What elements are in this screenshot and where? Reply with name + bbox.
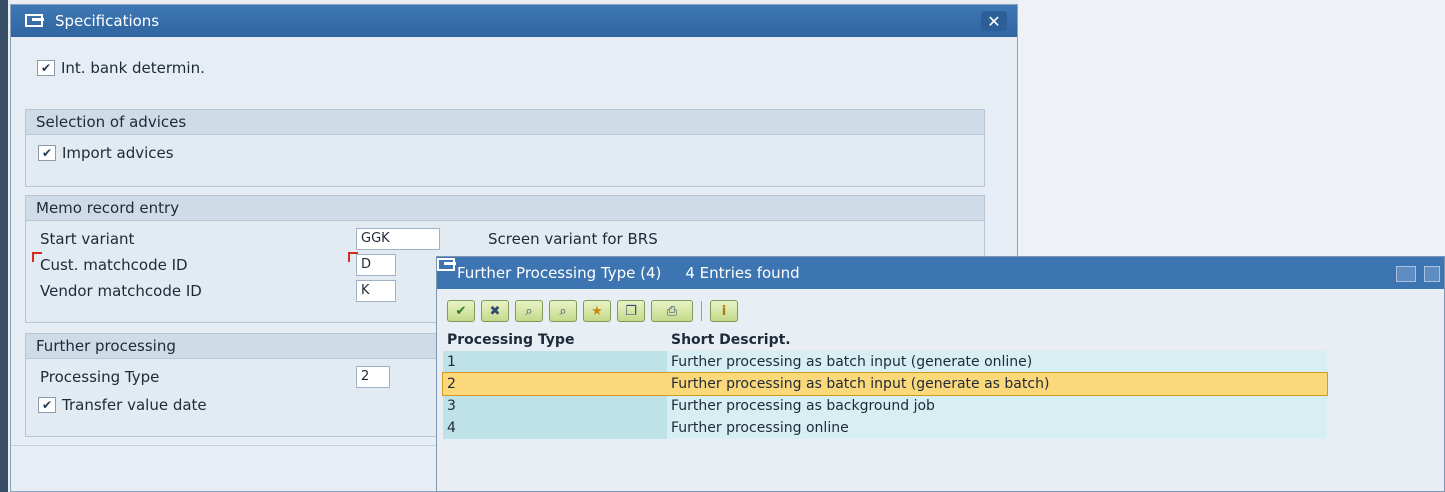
processing-type-label: Processing Type — [40, 368, 160, 386]
list-row[interactable]: 4 Further processing online — [443, 417, 1327, 439]
checkbox-check-icon: ✔ — [38, 397, 56, 413]
group-title: Selection of advices — [26, 110, 984, 135]
start-variant-description: Screen variant for BRS — [488, 230, 658, 248]
list-header: Processing Type Short Descript. — [443, 329, 1327, 351]
specifications-title-bar[interactable]: Specifications ✕ — [11, 5, 1017, 37]
processing-type-row: Processing Type — [40, 368, 360, 386]
processing-type-list: Processing Type Short Descript. 1 Furthe… — [442, 329, 1328, 439]
list-row-selected[interactable]: 2 Further processing as batch input (gen… — [442, 372, 1328, 396]
processing-type-cell: 3 — [443, 395, 667, 417]
find-next-icon[interactable]: ⌕ — [549, 300, 577, 322]
int-bank-label: Int. bank determin. — [61, 59, 205, 77]
entries-found-text: 4 Entries found — [685, 264, 800, 282]
vendor-matchcode-input[interactable]: K — [356, 280, 396, 302]
cust-matchcode-row: Cust. matchcode ID — [40, 256, 360, 274]
checkbox-check-icon: ✔ — [37, 60, 55, 76]
description-cell: Further processing as batch input (gener… — [667, 373, 1327, 395]
import-advices-checkbox[interactable]: ✔ Import advices — [38, 144, 174, 162]
description-cell: Further processing online — [667, 417, 1327, 439]
print-icon[interactable]: ⎙ — [651, 300, 693, 322]
processing-type-cell: 2 — [443, 373, 667, 395]
info-icon[interactable]: i — [710, 300, 738, 322]
description-cell: Further processing as background job — [667, 395, 1327, 417]
vendor-matchcode-row: Vendor matchcode ID — [40, 282, 360, 300]
selection-of-advices-group: Selection of advices ✔ Import advices — [25, 109, 985, 187]
copy-icon[interactable]: ❐ — [617, 300, 645, 322]
popup-title: Further Processing Type (4) — [457, 264, 662, 282]
toolbar-separator — [701, 301, 702, 321]
background-area — [1018, 0, 1445, 256]
vendor-matchcode-label: Vendor matchcode ID — [40, 282, 202, 300]
window-icon — [25, 13, 47, 29]
processing-type-cell: 4 — [443, 417, 667, 439]
column-header-short-descript[interactable]: Short Descript. — [667, 329, 1327, 351]
favorites-icon[interactable]: ★ — [583, 300, 611, 322]
popup-toolbar: ✔ ✖ ⌕ ⌕ ★ ❐ ⎙ i — [447, 299, 744, 323]
column-header-processing-type[interactable]: Processing Type — [443, 329, 667, 351]
processing-type-cell: 1 — [443, 351, 667, 373]
description-cell: Further processing as batch input (gener… — [667, 351, 1327, 373]
close-button[interactable]: ✕ — [981, 11, 1007, 31]
find-icon[interactable]: ⌕ — [515, 300, 543, 322]
further-processing-type-popup: Further Processing Type (4) 4 Entries fo… — [436, 256, 1445, 492]
processing-type-input[interactable]: 2 — [356, 366, 390, 388]
left-edge-strip — [0, 0, 8, 492]
cust-matchcode-label: Cust. matchcode ID — [40, 256, 188, 274]
import-advices-label: Import advices — [62, 144, 174, 162]
window-title: Specifications — [55, 12, 160, 30]
start-variant-row: Start variant — [40, 230, 360, 248]
list-row[interactable]: 1 Further processing as batch input (gen… — [443, 351, 1327, 373]
list-row[interactable]: 3 Further processing as background job — [443, 395, 1327, 417]
transfer-value-date-label: Transfer value date — [62, 396, 207, 414]
accept-check-icon[interactable]: ✔ — [447, 300, 475, 322]
cancel-icon[interactable]: ✖ — [481, 300, 509, 322]
transfer-value-date-checkbox[interactable]: ✔ Transfer value date — [38, 396, 207, 414]
group-title: Memo record entry — [26, 196, 984, 221]
start-variant-input[interactable]: GGK — [356, 228, 440, 250]
minimize-icon[interactable] — [1396, 266, 1416, 282]
start-variant-label: Start variant — [40, 230, 135, 248]
popup-title-bar[interactable]: Further Processing Type (4) 4 Entries fo… — [437, 257, 1444, 289]
cust-matchcode-input[interactable]: D — [356, 254, 396, 276]
int-bank-checkbox[interactable]: ✔ Int. bank determin. — [37, 59, 205, 77]
close-icon[interactable] — [1424, 266, 1440, 282]
checkbox-check-icon: ✔ — [38, 145, 56, 161]
